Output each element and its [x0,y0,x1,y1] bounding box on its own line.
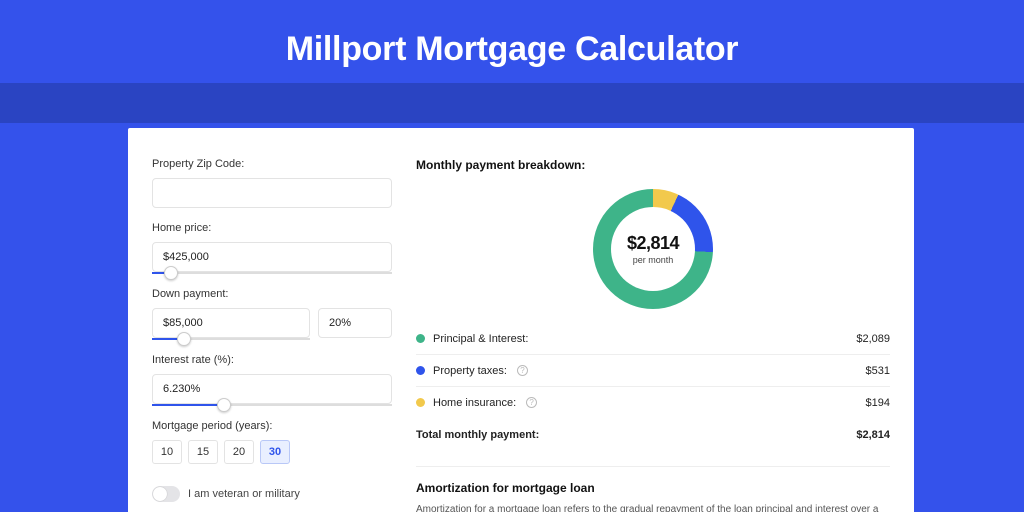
legend-dot-icon [416,334,425,343]
donut-chart: $2,814 per month [416,184,890,314]
mortgage-period-button-30[interactable]: 30 [260,440,290,464]
home-price-slider-thumb[interactable] [164,266,178,280]
down-payment-slider-thumb[interactable] [177,332,191,346]
breakdown-row-label: Home insurance: [433,397,516,409]
breakdown-row-value: $194 [866,397,890,409]
down-payment-input[interactable] [152,308,310,338]
mortgage-period-button-15[interactable]: 15 [188,440,218,464]
down-payment-slider[interactable] [152,338,310,340]
breakdown-total-value: $2,814 [856,429,890,441]
zip-code-label: Property Zip Code: [152,158,392,170]
calculator-panel: Property Zip Code: Home price: Down paym… [128,128,914,512]
interest-rate-label: Interest rate (%): [152,354,392,366]
donut-amount: $2,814 [627,233,679,254]
breakdown-title: Monthly payment breakdown: [416,158,890,172]
breakdown-row: Principal & Interest: $2,089 [416,322,890,354]
home-price-field [152,242,392,274]
donut-subtext: per month [633,255,674,265]
mortgage-period-buttons: 10152030 [152,440,392,464]
breakdown-column: Monthly payment breakdown: $2,814 per mo… [416,152,890,512]
mortgage-period-label: Mortgage period (years): [152,420,392,432]
home-price-label: Home price: [152,222,392,234]
veteran-toggle-knob [153,487,167,501]
amortization-text: Amortization for a mortgage loan refers … [416,503,890,512]
help-icon[interactable]: ? [517,365,528,376]
zip-code-input[interactable] [152,178,392,208]
breakdown-row-label: Principal & Interest: [433,333,528,345]
header-strip [0,83,1024,123]
breakdown-total-row: Total monthly payment: $2,814 [416,418,890,450]
home-price-slider[interactable] [152,272,392,274]
interest-rate-input[interactable] [152,374,392,404]
home-price-input[interactable] [152,242,392,272]
veteran-toggle-row: I am veteran or military [152,486,392,502]
amortization-section: Amortization for mortgage loan Amortizat… [416,466,890,512]
form-column: Property Zip Code: Home price: Down paym… [152,152,392,512]
down-payment-amount-field [152,308,310,340]
interest-rate-slider[interactable] [152,404,392,406]
donut-center: $2,814 per month [416,184,890,314]
breakdown-row-value: $531 [866,365,890,377]
down-payment-percent-input[interactable] [318,308,392,338]
legend-dot-icon [416,398,425,407]
breakdown-row: Home insurance:? $194 [416,386,890,418]
page-title: Millport Mortgage Calculator [0,0,1024,69]
down-payment-label: Down payment: [152,288,392,300]
down-payment-row [152,308,392,340]
breakdown-row: Property taxes:? $531 [416,354,890,386]
breakdown-rows: Principal & Interest: $2,089 Property taxe… [416,322,890,418]
veteran-toggle-label: I am veteran or military [188,488,300,500]
mortgage-period-button-20[interactable]: 20 [224,440,254,464]
breakdown-row-value: $2,089 [856,333,890,345]
breakdown-total-label: Total monthly payment: [416,429,539,441]
help-icon[interactable]: ? [526,397,537,408]
legend-dot-icon [416,366,425,375]
interest-rate-field [152,374,392,406]
amortization-title: Amortization for mortgage loan [416,481,890,495]
veteran-toggle[interactable] [152,486,180,502]
breakdown-row-label: Property taxes: [433,365,507,377]
interest-rate-slider-thumb[interactable] [217,398,231,412]
app-stage: Millport Mortgage Calculator Property Zi… [0,0,1024,512]
mortgage-period-button-10[interactable]: 10 [152,440,182,464]
